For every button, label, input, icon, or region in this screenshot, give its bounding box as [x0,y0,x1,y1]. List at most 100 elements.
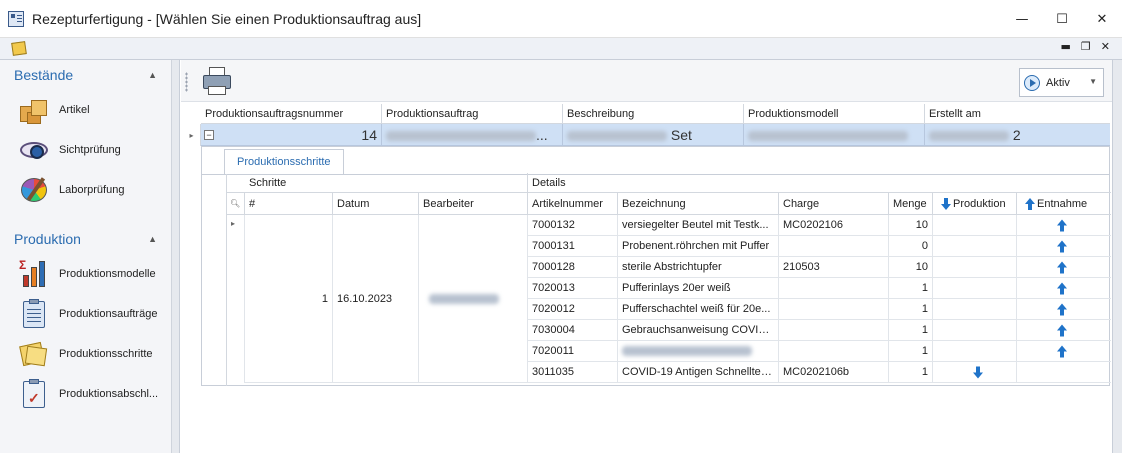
cell-charge[interactable] [779,320,889,341]
toolbar-grip[interactable] [185,72,188,92]
nav-item-produktionsmodelle[interactable]: Σ Produktionsmodelle [0,254,171,294]
collapse-caret-icon[interactable]: ▲ [148,70,157,80]
cell-step-bearbeiter[interactable] [419,215,528,383]
column-header[interactable]: Datum [333,193,419,215]
child-window-icon[interactable] [11,41,27,56]
search-icon[interactable]: 🔍︎ [227,193,245,215]
nav-item-produktionsschritte[interactable]: Produktionsschritte [0,334,171,374]
cell-erstellt-am[interactable]: 2 [925,124,1110,146]
close-button[interactable]: ✕ [1082,0,1122,38]
cell-charge[interactable] [779,299,889,320]
chevron-down-icon[interactable]: ▼ [1089,77,1097,86]
collapse-expander-icon[interactable]: − [204,130,214,140]
cell-entnahme[interactable] [1017,278,1111,299]
cell-entnahme[interactable] [1017,320,1111,341]
cell-menge[interactable]: 10 [889,215,933,236]
master-row-selected[interactable]: ▸ − 14 ... Set 2 [183,124,1110,146]
cell-produktion[interactable] [933,236,1017,257]
cell-artikelnummer[interactable]: 7020012 [528,299,618,320]
maximize-button[interactable]: ☐ [1042,0,1082,38]
cell-charge[interactable]: MC0202106b [779,362,889,383]
cell-produktion[interactable] [933,299,1017,320]
status-dropdown[interactable]: Aktiv ▼ [1019,68,1104,97]
band-schritte[interactable]: Schritte [245,173,528,193]
nav-item-artikel[interactable]: Artikel [0,90,171,130]
cell-menge[interactable]: 1 [889,362,933,383]
cell-bezeichnung[interactable]: COVID-19 Antigen Schnelltes... [618,362,779,383]
band-details[interactable]: Details [528,173,1111,193]
column-header[interactable]: Bezeichnung [618,193,779,215]
column-header[interactable]: Produktionsmodell [744,104,925,124]
cell-menge[interactable]: 1 [889,278,933,299]
cell-entnahme[interactable] [1017,341,1111,362]
cell-artikelnummer[interactable]: 7020011 [528,341,618,362]
cell-entnahme[interactable] [1017,362,1111,383]
cell-bezeichnung[interactable]: sterile Abstrichtupfer [618,257,779,278]
cell-artikelnummer[interactable]: 3011035 [528,362,618,383]
cell-produktionsmodell[interactable] [744,124,925,146]
child-restore-button[interactable]: ❐ [1081,40,1091,53]
cell-artikelnummer[interactable]: 7020013 [528,278,618,299]
child-minimize-button[interactable]: ▬ [1061,40,1071,53]
cell-bezeichnung[interactable]: Pufferschachtel weiß für 20e... [618,299,779,320]
column-header[interactable]: Bearbeiter [419,193,528,215]
cell-charge[interactable] [779,341,889,362]
column-header[interactable]: # [245,193,333,215]
cell-entnahme[interactable] [1017,236,1111,257]
column-header[interactable]: Menge [889,193,933,215]
cell-step-date[interactable]: 16.10.2023 [333,215,419,383]
column-header-produktion[interactable]: Produktion [933,193,1017,215]
cell-menge[interactable]: 10 [889,257,933,278]
column-header[interactable]: Artikelnummer [528,193,618,215]
nav-item-laborpruefung[interactable]: Laborprüfung [0,170,171,210]
cell-bezeichnung[interactable] [618,341,779,362]
collapse-caret-icon[interactable]: ▲ [148,234,157,244]
cell-produktion[interactable] [933,257,1017,278]
column-header-entnahme[interactable]: Entnahme [1017,193,1111,215]
nav-item-sichtpruefung[interactable]: Sichtprüfung [0,130,171,170]
cell-menge[interactable]: 1 [889,299,933,320]
cell-produktion[interactable] [933,341,1017,362]
child-close-button[interactable]: ✕ [1101,40,1110,53]
column-header[interactable]: Produktionsauftrag [382,104,563,124]
cell-produktion[interactable] [933,320,1017,341]
cell-charge[interactable] [779,236,889,257]
column-header[interactable]: Beschreibung [563,104,744,124]
cell-bezeichnung[interactable]: versiegelter Beutel mit Testk... [618,215,779,236]
cell-menge[interactable]: 1 [889,320,933,341]
group-header-bestaende[interactable]: Bestände ▲ [0,60,171,90]
cell-charge[interactable]: MC0202106 [779,215,889,236]
cell-entnahme[interactable] [1017,257,1111,278]
cell-bezeichnung[interactable]: Pufferinlays 20er weiß [618,278,779,299]
cell-artikelnummer[interactable]: 7000132 [528,215,618,236]
nav-item-produktionsabschluss[interactable]: ✓ Produktionsabschl... [0,374,171,414]
cell-auftragsnummer[interactable]: − 14 [201,124,382,146]
cell-entnahme[interactable] [1017,299,1111,320]
nav-item-produktionsauftraege[interactable]: Produktionsaufträge [0,294,171,334]
cell-step-number[interactable]: 1 [245,215,333,383]
cell-charge[interactable]: 210503 [779,257,889,278]
cell-artikelnummer[interactable]: 7000128 [528,257,618,278]
cell-produktionsauftrag[interactable]: ... [382,124,563,146]
cell-menge[interactable]: 1 [889,341,933,362]
minimize-button[interactable]: — [1002,0,1042,38]
cell-entnahme[interactable] [1017,215,1111,236]
column-header[interactable]: Produktionsauftragsnummer [201,104,382,124]
column-header[interactable]: Charge [779,193,889,215]
cell-artikelnummer[interactable]: 7030004 [528,320,618,341]
cell-produktion[interactable] [933,215,1017,236]
cell-produktion[interactable] [933,278,1017,299]
tab-produktionsschritte[interactable]: Produktionsschritte [224,149,344,174]
cell-produktion[interactable] [933,362,1017,383]
pane-splitter[interactable] [172,60,180,453]
print-button[interactable] [201,65,233,97]
cell-bezeichnung[interactable]: Probenent.röhrchen mit Puffer [618,236,779,257]
cell-bezeichnung[interactable]: Gebrauchsanweisung COVID-... [618,320,779,341]
cell-menge[interactable]: 0 [889,236,933,257]
navigation-pane: Bestände ▲ Artikel Sichtprüfung Laborprü… [0,60,172,453]
column-header[interactable]: Erstellt am [925,104,1110,124]
cell-charge[interactable] [779,278,889,299]
cell-beschreibung[interactable]: Set [563,124,744,146]
group-header-produktion[interactable]: Produktion ▲ [0,224,171,254]
cell-artikelnummer[interactable]: 7000131 [528,236,618,257]
